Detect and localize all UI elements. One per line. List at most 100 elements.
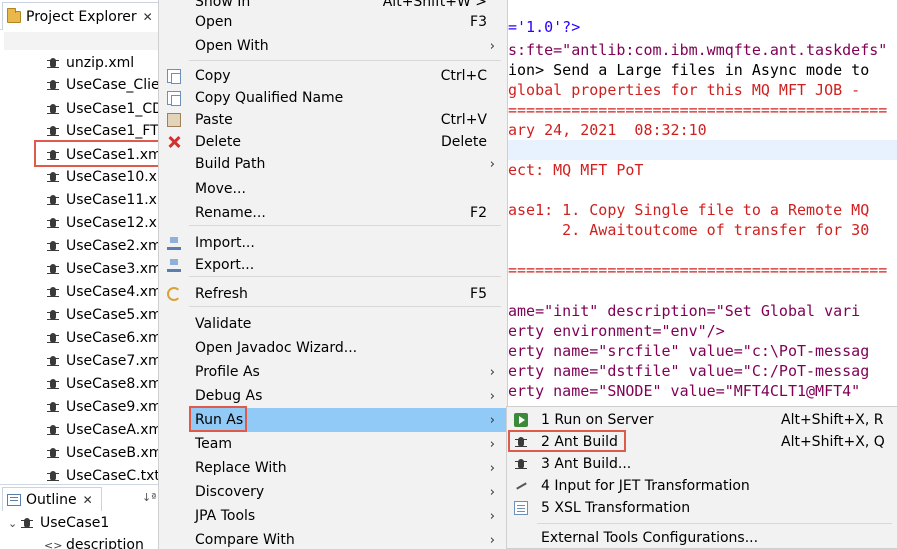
ant-xml-editor[interactable]: ='1.0'?> s:fte="antlib:com.ibm.wmqfte.ant… — [508, 0, 897, 410]
menu-item-label: Debug As — [195, 388, 263, 404]
menu-item-validate[interactable]: Validate — [159, 312, 507, 336]
import-icon — [167, 236, 181, 250]
chevron-right-icon: › — [489, 508, 495, 524]
menu-item-compare-with[interactable]: Compare With › — [159, 528, 507, 549]
explorer-file-label: UseCase1_FTP.xml — [66, 123, 160, 139]
menu-item-shortcut: Alt+Shift+W > — [382, 0, 487, 10]
explorer-file-item[interactable]: UseCase10.xml — [46, 166, 160, 188]
outline-root-label: UseCase1 — [40, 515, 110, 531]
close-icon[interactable]: ✕ — [83, 493, 93, 507]
submenu-item-5-xsl-transformation[interactable]: 5 XSL Transformation — [507, 497, 897, 519]
menu-item-open-with[interactable]: Open With › — [159, 34, 507, 58]
chevron-right-icon: › — [489, 436, 495, 452]
menu-separator — [189, 225, 501, 226]
close-icon[interactable]: ✕ — [143, 10, 153, 24]
explorer-file-label: UseCaseB.xml — [66, 445, 160, 461]
ant-file-icon — [46, 102, 60, 116]
code-line: erty name="SNODE" value="MFT4CLT1@MFT4" — [508, 382, 861, 400]
ant-file-icon — [46, 400, 60, 414]
outline-child-item[interactable]: <> description — [44, 535, 144, 549]
project-explorer-tabbar: Project Explorer ✕ — [0, 0, 160, 30]
explorer-file-item[interactable]: UseCase6.xml — [46, 327, 160, 349]
paste-icon — [167, 113, 181, 127]
menu-item-refresh[interactable]: Refresh F5 — [159, 282, 507, 306]
explorer-file-item[interactable]: UseCase8.xml — [46, 373, 160, 395]
project-explorer-view: Project Explorer ✕ unzip.xml UseCase_Clie… — [0, 0, 164, 484]
submenu-item-external-tools-configurations[interactable]: External Tools Configurations... — [507, 527, 897, 549]
menu-item-label: Open — [195, 14, 233, 30]
explorer-file-label: UseCase3.xml — [66, 261, 160, 277]
code-line: ary 24, 2021 08:32:10 — [508, 121, 707, 139]
explorer-file-item[interactable]: UseCase3.xml — [46, 258, 160, 280]
menu-item-open-javadoc-wizard[interactable]: Open Javadoc Wizard... — [159, 336, 507, 360]
explorer-file-item[interactable]: UseCase1_FTP.xml — [46, 120, 160, 142]
explorer-file-label: UseCaseA.xml — [66, 422, 160, 438]
explorer-file-item[interactable]: UseCase5.xml — [46, 304, 160, 326]
submenu-item-1-run-on-server[interactable]: 1 Run on Server Alt+Shift+X, R — [507, 409, 897, 431]
menu-item-move[interactable]: Move... — [159, 177, 507, 201]
explorer-file-item[interactable]: UseCase7.xml — [46, 350, 160, 372]
folder-icon — [7, 7, 21, 23]
explorer-file-label: UseCase4.xml — [66, 284, 160, 300]
explorer-file-item[interactable]: UseCaseA.xml — [46, 419, 160, 441]
explorer-file-item[interactable]: UseCaseB.xml — [46, 442, 160, 464]
submenu-item-4-input-for-jet-transformation[interactable]: 4 Input for JET Transformation — [507, 475, 897, 497]
menu-item-import[interactable]: Import... — [159, 231, 507, 255]
menu-item-label: Import... — [195, 235, 255, 251]
menu-item-build-path[interactable]: Build Path › — [159, 152, 507, 176]
menu-item-team[interactable]: Team › — [159, 432, 507, 456]
code-line: ========================================… — [508, 101, 888, 119]
menu-item-rename[interactable]: Rename... F2 — [159, 201, 507, 225]
menu-item-shortcut: F5 — [470, 286, 487, 302]
submenu-item-label: 1 Run on Server — [541, 412, 654, 428]
outline-tab-label: Outline — [26, 491, 77, 508]
menu-item-paste[interactable]: Paste Ctrl+V — [159, 108, 507, 132]
menu-item-debug-as[interactable]: Debug As › — [159, 384, 507, 408]
chevron-right-icon: › — [489, 484, 495, 500]
ant-file-icon — [46, 308, 60, 322]
menu-item-copy[interactable]: Copy Ctrl+C — [159, 64, 507, 88]
chevron-right-icon: › — [489, 388, 495, 404]
chevron-down-icon[interactable]: ⌄ — [8, 517, 20, 530]
ant-file-icon — [46, 469, 60, 483]
menu-item-label: Team — [195, 436, 233, 452]
outline-icon — [7, 493, 21, 506]
menu-item-open[interactable]: Open F3 — [159, 10, 507, 34]
code-line: ase1: 1. Copy Single file to a Remote MQ — [508, 201, 870, 219]
submenu-item-label: External Tools Configurations... — [541, 530, 759, 546]
menu-item-jpa-tools[interactable]: JPA Tools › — [159, 504, 507, 528]
ant-file-icon — [46, 354, 60, 368]
menu-item-delete[interactable]: Delete Delete — [159, 130, 507, 154]
submenu-item-label: 4 Input for JET Transformation — [541, 478, 750, 494]
explorer-file-item[interactable]: UseCase12.xml — [46, 212, 160, 234]
project-explorer-tab[interactable]: Project Explorer ✕ — [2, 2, 160, 30]
explorer-file-item[interactable]: UseCase1_CD.xml — [46, 98, 160, 120]
menu-item-label: Compare With — [195, 532, 295, 548]
explorer-file-item[interactable]: UseCase9.xml — [46, 396, 160, 418]
outline-root-item[interactable]: ⌄ UseCase1 — [8, 513, 109, 533]
sort-icon[interactable]: ↓ª — [142, 491, 156, 504]
menu-item-copy-qualified-name[interactable]: Copy Qualified Name — [159, 86, 507, 110]
explorer-file-item[interactable]: unzip.xml — [46, 52, 160, 74]
explorer-file-item[interactable]: UseCase2.xml — [46, 235, 160, 257]
menu-item-label: Copy Qualified Name — [195, 90, 344, 106]
explorer-file-item[interactable]: UseCase_Client.xml — [46, 74, 160, 96]
code-line: ect: MQ MFT PoT — [508, 161, 644, 179]
menu-separator — [189, 306, 501, 307]
menu-item-label: Open Javadoc Wizard... — [195, 340, 358, 356]
menu-item-replace-with[interactable]: Replace With › — [159, 456, 507, 480]
ant-file-icon — [20, 516, 34, 530]
menu-item-shortcut: Delete — [441, 134, 487, 150]
submenu-item-3-ant-build[interactable]: 3 Ant Build... — [507, 453, 897, 475]
export-icon — [167, 258, 181, 272]
menu-item-discovery[interactable]: Discovery › — [159, 480, 507, 504]
menu-item-shortcut: Ctrl+C — [440, 68, 487, 84]
xsl-icon — [514, 501, 528, 515]
explorer-file-item[interactable]: UseCase4.xml — [46, 281, 160, 303]
menu-item-profile-as[interactable]: Profile As › — [159, 360, 507, 384]
menu-item-export[interactable]: Export... — [159, 253, 507, 277]
run-as-callout — [189, 406, 247, 432]
menu-item-label: Discovery — [195, 484, 265, 500]
explorer-file-item[interactable]: UseCase11.xml — [46, 189, 160, 211]
outline-tab[interactable]: Outline ✕ — [2, 487, 102, 511]
